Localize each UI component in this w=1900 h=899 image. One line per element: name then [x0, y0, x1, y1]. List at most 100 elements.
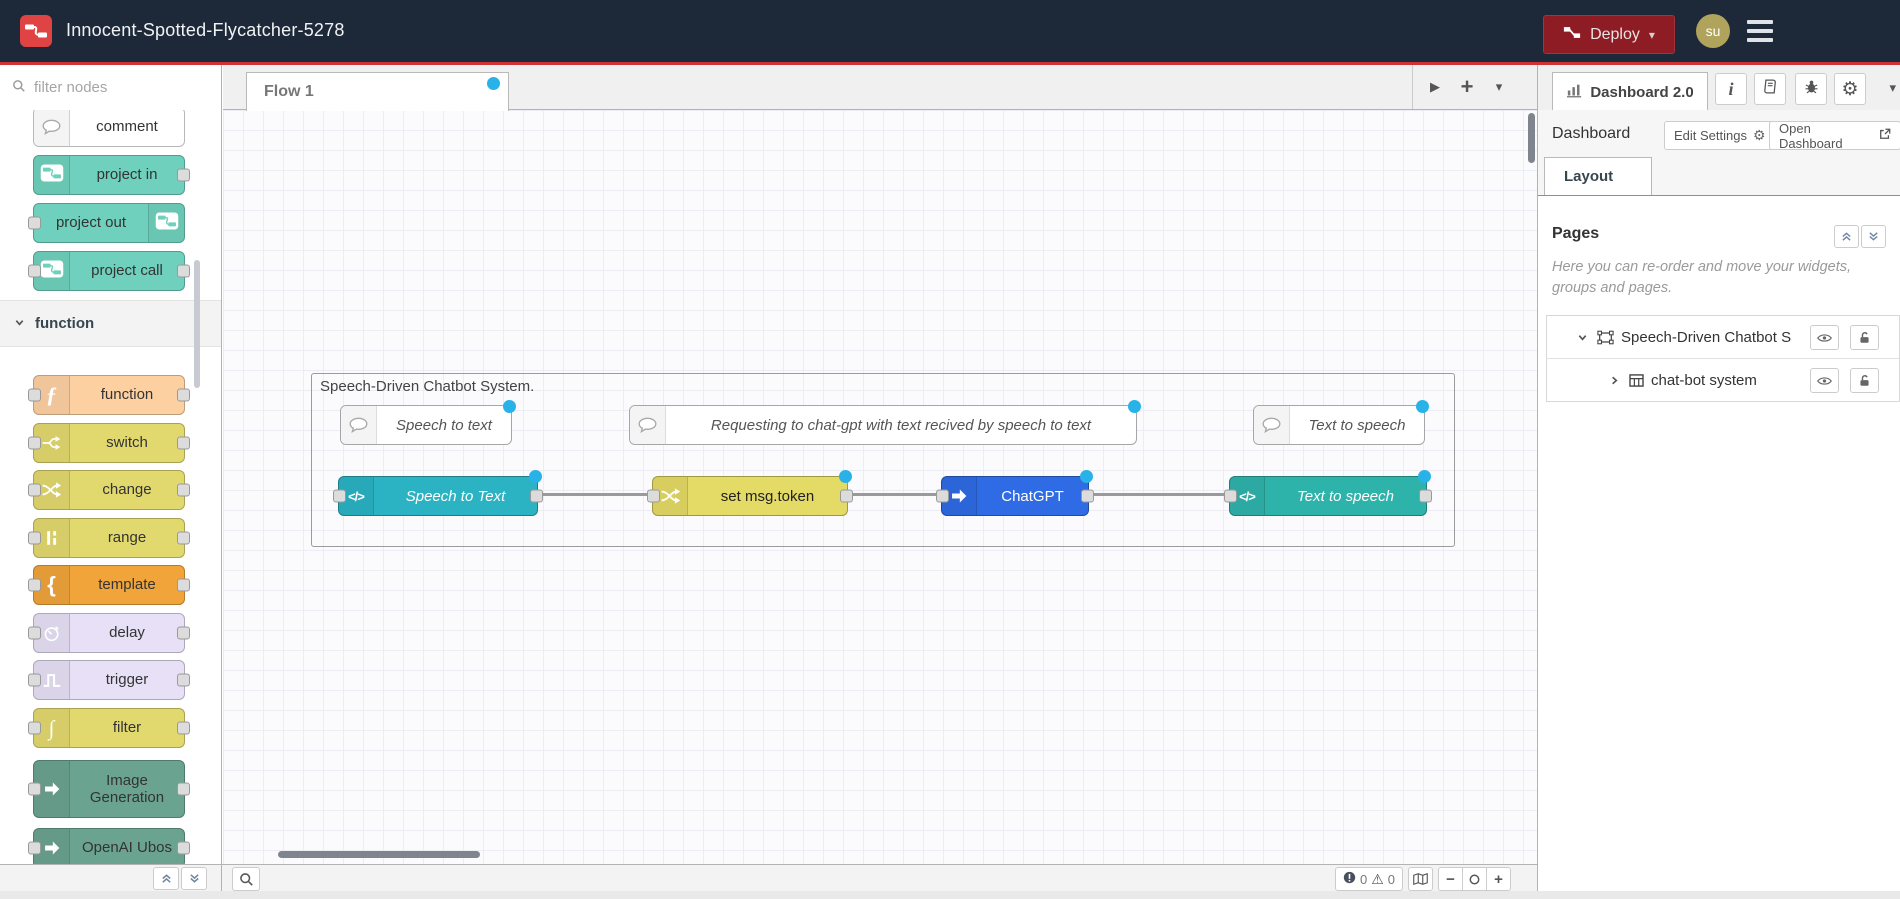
wire[interactable] [850, 493, 937, 496]
palette-scrollbar[interactable] [194, 260, 200, 388]
input-port[interactable] [333, 489, 346, 503]
palette-collapse-all-button[interactable] [153, 867, 179, 890]
input-port[interactable] [28, 264, 41, 278]
output-port[interactable] [177, 673, 190, 687]
palette-node-comment[interactable]: comment [33, 110, 185, 147]
info-tab-button[interactable]: i [1715, 73, 1747, 105]
deploy-caret-icon[interactable]: ▾ [1649, 28, 1655, 42]
input-port[interactable] [28, 531, 41, 545]
palette-node-function[interactable]: ƒ function [28, 375, 190, 415]
flow-group[interactable] [311, 373, 1455, 547]
help-tab-button[interactable] [1754, 73, 1786, 105]
output-port[interactable] [1081, 489, 1094, 503]
flow-list-caret-icon[interactable]: ▾ [1483, 70, 1515, 104]
output-port[interactable] [530, 489, 543, 503]
wire[interactable] [1091, 493, 1225, 496]
tree-row-chat-bot-system[interactable]: chat-bot system [1547, 358, 1899, 401]
input-port[interactable] [28, 782, 41, 796]
zoom-in-button[interactable]: + [1487, 867, 1511, 891]
add-flow-button[interactable]: + [1451, 70, 1483, 104]
tab-dashboard-2[interactable]: Dashboard 2.0 [1552, 72, 1708, 111]
move-down-button[interactable] [1861, 225, 1886, 248]
main-menu-icon[interactable] [1747, 20, 1773, 42]
palette-search[interactable] [0, 65, 221, 111]
output-port[interactable] [177, 264, 190, 278]
palette-node-project-in[interactable]: project in [33, 155, 190, 195]
input-port[interactable] [936, 489, 949, 503]
open-flow-icon[interactable]: ▶ [1419, 70, 1451, 104]
palette-node-template[interactable]: {template [28, 565, 190, 605]
palette-expand-all-button[interactable] [181, 867, 207, 890]
tree-row-speech-driven-chatbot-s[interactable]: Speech-Driven Chatbot S [1547, 316, 1899, 358]
output-port[interactable] [177, 483, 190, 497]
palette-node-trigger[interactable]: trigger [28, 660, 190, 700]
palette-node-change[interactable]: change [28, 470, 190, 510]
palette-node-range[interactable]: range [28, 518, 190, 558]
lock-button[interactable] [1850, 325, 1879, 350]
toggle-visibility-button[interactable] [1810, 325, 1839, 350]
canvas-vertical-scrollbar[interactable] [1528, 113, 1535, 163]
deploy-button[interactable]: Deploy ▾ [1543, 15, 1675, 54]
input-port[interactable] [28, 721, 41, 735]
toggle-visibility-button[interactable] [1810, 368, 1839, 393]
input-port[interactable] [28, 216, 41, 230]
input-port[interactable] [28, 626, 41, 640]
open-dashboard-button[interactable]: Open Dashboard [1769, 121, 1900, 151]
output-port[interactable] [177, 168, 190, 182]
flow-node-speech-to-text[interactable]: </> Speech to Text [333, 470, 543, 516]
input-port[interactable] [28, 388, 41, 402]
sidebar-caret-icon[interactable]: ▾ [1889, 80, 1896, 96]
output-port[interactable] [1419, 489, 1432, 503]
search-flows-button[interactable] [232, 867, 260, 891]
output-port[interactable] [177, 841, 190, 855]
comment-node[interactable]: Requesting to chat-gpt with text recived… [629, 400, 1141, 445]
input-port[interactable] [28, 841, 41, 855]
palette-category-function[interactable]: function [0, 300, 221, 347]
output-port[interactable] [177, 626, 190, 640]
input-port[interactable] [28, 578, 41, 592]
flow-node-text-to-speech[interactable]: </> Text to speech [1224, 470, 1432, 516]
palette-node-filter[interactable]: ∫ filter [28, 708, 190, 748]
output-port[interactable] [177, 436, 190, 450]
user-avatar[interactable]: su [1696, 14, 1730, 48]
move-up-button[interactable] [1834, 225, 1859, 248]
edit-settings-button[interactable]: Edit Settings ⚙ [1664, 121, 1776, 150]
input-port[interactable] [647, 489, 660, 503]
zoom-reset-button[interactable] [1463, 867, 1487, 891]
chevron-right-icon[interactable] [1607, 375, 1621, 386]
flow-node-chatgpt[interactable]: ChatGPT [936, 470, 1094, 516]
input-port[interactable] [28, 673, 41, 687]
tab-flow-1[interactable]: Flow 1 [246, 72, 509, 111]
output-port[interactable] [177, 782, 190, 796]
palette-filter-input[interactable] [32, 78, 186, 97]
input-port[interactable] [28, 436, 41, 450]
minimap-button[interactable] [1408, 867, 1433, 891]
output-port[interactable] [177, 531, 190, 545]
input-port[interactable] [28, 483, 41, 497]
canvas-horizontal-scrollbar[interactable] [278, 851, 480, 858]
palette-node-switch[interactable]: switch [28, 423, 190, 463]
zoom-out-button[interactable]: − [1438, 867, 1463, 891]
lock-button[interactable] [1850, 368, 1879, 393]
output-port[interactable] [177, 388, 190, 402]
palette-node-openai-ubos[interactable]: OpenAI Ubos [28, 828, 190, 864]
palette-node-project-out[interactable]: project out [28, 203, 185, 243]
tab-layout[interactable]: Layout [1544, 157, 1652, 195]
flow-canvas[interactable]: Speech-Driven Chatbot System. Speech to … [223, 110, 1537, 864]
output-port[interactable] [177, 578, 190, 592]
output-port[interactable] [840, 489, 853, 503]
palette-node-label: project call [91, 262, 163, 280]
flow-node-set-msg-token[interactable]: set msg.token [647, 470, 853, 516]
palette-node-project-call[interactable]: project call [28, 251, 190, 291]
palette-node-delay[interactable]: delay [28, 613, 190, 653]
comment-node[interactable]: Speech to text [340, 400, 516, 445]
errors-warnings-button[interactable]: 0 ⚠ 0 [1334, 867, 1403, 891]
comment-node[interactable]: Text to speech [1253, 400, 1429, 445]
output-port[interactable] [177, 721, 190, 735]
input-port[interactable] [1224, 489, 1237, 503]
chevron-down-icon[interactable] [1575, 332, 1589, 343]
palette-node-image-generation[interactable]: Image Generation [28, 760, 190, 818]
config-tab-button[interactable]: ⚙ [1834, 73, 1866, 105]
debug-tab-button[interactable] [1795, 73, 1827, 105]
wire[interactable] [540, 493, 648, 496]
